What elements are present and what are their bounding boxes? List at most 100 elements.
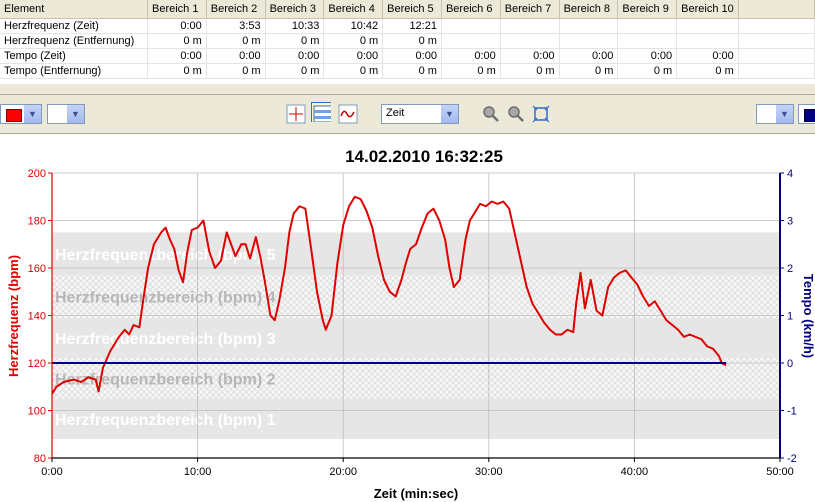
column-header[interactable]: Bereich 7 [500,0,560,19]
zone-label: Herzfrequenzbereich (bpm) 2 [55,371,276,388]
heart-rate-chart: Herzfrequenzbereich (bpm) 1 Herzfrequenzb… [6,147,815,501]
y-tick-label-right: 4 [787,168,793,180]
table-cell [441,18,501,34]
y-tick-label-right: 2 [787,263,793,275]
left-series-select[interactable]: ▼ [47,104,85,124]
table-header-row: Element Bereich 1 Bereich 2 Bereich 3 Bereic… [0,0,815,19]
right-axis-label: Tempo (km/h) [801,274,815,358]
chart-toolbar: ▼ ▼ Zeit ▼ ▼ [0,95,815,134]
column-header-filler [738,0,815,19]
table-cell: 0 m [382,33,442,49]
table-cell-filler [738,48,815,64]
column-header[interactable]: Bereich 9 [617,0,678,19]
left-axis-label: Herzfrequenz (bpm) [6,255,21,377]
table-cell: 0 m [206,33,266,49]
table-cell: 0 m [676,63,739,79]
y-tick-label-left: 120 [28,358,46,370]
table-cell: 0:00 [617,48,678,64]
x-tick-label: 40:00 [621,466,649,478]
zone-label: Herzfrequenzbereich (bpm) 4 [55,290,276,307]
crosshair-icon[interactable] [286,104,306,124]
table-row[interactable]: Tempo (Entfernung) 0 m0 m0 m0 m0 m0 m0 m0… [0,63,815,79]
row-label: Tempo (Zeit) [0,48,148,64]
table-cell: 0:00 [559,48,619,64]
table-cell [617,18,678,34]
table-cell-filler [738,18,815,34]
zoom-fit-icon[interactable] [532,105,550,123]
y-tick-label-right: 1 [787,311,793,323]
zone-label: Herzfrequenzbereich (bpm) 3 [55,331,276,348]
table-cell: 0 m [559,63,619,79]
column-header[interactable]: Bereich 10 [676,0,739,19]
y-tick-label-right: 3 [787,216,793,228]
y-tick-label-left: 140 [28,311,46,323]
table-row[interactable]: Tempo (Zeit) 0:00 0:00 0:00 0:00 0:00 0:00 0:00… [0,48,815,64]
right-series-select[interactable]: ▼ [756,104,794,124]
table-cell: 0 m [265,63,325,79]
table-cell: 0:00 [323,48,384,64]
zoom-in-icon[interactable] [482,105,500,123]
table-cell: 12:21 [382,18,442,34]
table-cell [500,33,560,49]
x-tick-label: 10:00 [184,466,212,478]
splitter[interactable] [0,84,815,95]
y-tick-label-left: 80 [34,453,46,465]
y-tick-label-right: 0 [787,358,793,370]
column-header[interactable]: Bereich 1 [147,0,207,19]
column-header[interactable]: Bereich 4 [323,0,384,19]
x-tick-label: 50:00 [766,466,794,478]
table-cell: 10:42 [323,18,384,34]
table-cell [441,33,501,49]
table-cell: 0:00 [147,18,207,34]
chevron-down-icon[interactable]: ▼ [23,105,41,123]
column-header[interactable]: Bereich 5 [382,0,442,19]
y-tick-label-right: -2 [787,453,797,465]
table-cell [676,18,739,34]
table-cell: 0 m [147,63,207,79]
table-row[interactable]: Herzfrequenz (Entfernung) 0 m0 m0 m0 m0 m [0,33,815,49]
table-cell [617,33,678,49]
axis-select-value: Zeit [386,107,405,119]
chevron-down-icon[interactable]: ▼ [775,105,793,123]
table-cell [559,33,619,49]
chart-title: 14.02.2010 16:32:25 [345,147,503,166]
right-color-swatch [804,109,815,122]
curve-icon[interactable] [338,104,358,124]
table-cell: 0 m [323,63,384,79]
zoom-out-icon[interactable] [507,105,525,123]
zones-icon[interactable] [311,102,331,122]
row-label: Herzfrequenz (Entfernung) [0,33,148,49]
zone-label: Herzfrequenzbereich (bpm) 1 [55,412,276,429]
table-cell: 0 m [617,63,678,79]
x-tick-label: 20:00 [329,466,357,478]
column-header[interactable]: Bereich 2 [206,0,266,19]
table-cell: 0 m [265,33,325,49]
y-tick-label-left: 100 [28,406,46,418]
row-label: Tempo (Entfernung) [0,63,148,79]
right-color-select[interactable] [798,104,815,124]
chevron-down-icon[interactable]: ▼ [66,105,84,123]
table-cell-filler [738,33,815,49]
left-color-select[interactable]: ▼ [0,104,42,124]
table-row[interactable]: Herzfrequenz (Zeit) 0:00 3:53 10:33 10:42 12:… [0,18,815,34]
table-cell [559,18,619,34]
x-tick-label: 30:00 [475,466,503,478]
y-tick-label-left: 180 [28,216,46,228]
table-cell: 0:00 [265,48,325,64]
table-cell: 0 m [206,63,266,79]
zone-table-grid: Element Bereich 1 Bereich 2 Bereich 3 Bereic… [0,0,815,79]
column-header[interactable]: Bereich 8 [559,0,619,19]
x-axis-label: Zeit (min:sec) [374,486,459,501]
table-cell: 0 m [441,63,501,79]
table-cell: 0 m [500,63,560,79]
table-cell: 0 m [147,33,207,49]
column-header[interactable]: Bereich 6 [441,0,501,19]
table-cell: 0:00 [676,48,739,64]
column-header[interactable]: Bereich 3 [265,0,325,19]
column-header[interactable]: Element [0,0,148,19]
row-label: Herzfrequenz (Zeit) [0,18,148,34]
table-cell [676,33,739,49]
table-cell: 0:00 [147,48,207,64]
chevron-down-icon[interactable]: ▼ [440,105,458,123]
axis-select[interactable]: Zeit ▼ [381,104,459,124]
